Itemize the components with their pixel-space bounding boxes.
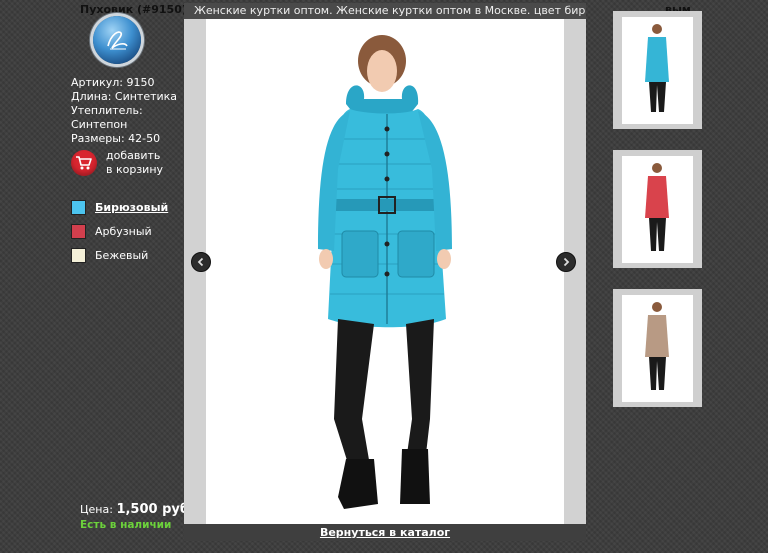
insulation-label: Утеплитель: <box>71 104 143 117</box>
insulation-value: Синтепон <box>71 118 128 131</box>
color-label[interactable]: Бежевый <box>95 249 148 262</box>
price: Цена: 1,500 руб. <box>80 502 194 517</box>
logo-monogram-icon <box>107 31 128 50</box>
lightbox-caption: Женские куртки оптом. Женские куртки опт… <box>184 3 586 19</box>
color-option-watermelon[interactable]: Арбузный <box>71 223 168 239</box>
prev-image-button[interactable] <box>191 252 211 272</box>
color-label[interactable]: Бирюзовый <box>95 201 168 214</box>
article-text: Артикул: 9150 <box>71 76 155 89</box>
color-label[interactable]: Арбузный <box>95 225 152 238</box>
stock-status: Есть в наличии <box>80 519 172 531</box>
length-text: Длина: Синтетика <box>71 90 178 103</box>
product-info: Артикул: 9150 Длина: Синтетика Утеплител… <box>71 76 181 146</box>
price-label: Цена: <box>80 503 113 516</box>
color-options: Бирюзовый Арбузный Бежевый <box>71 199 168 271</box>
thumbnail-watermelon[interactable] <box>613 150 702 268</box>
thumbnail-image <box>622 294 693 402</box>
color-swatch <box>71 223 86 239</box>
thumbnail-image <box>622 16 693 124</box>
chevron-right-icon <box>563 257 570 267</box>
color-option-beige[interactable]: Бежевый <box>71 247 168 263</box>
add-to-cart-line2: в корзину <box>106 163 164 176</box>
color-option-turquoise[interactable]: Бирюзовый <box>71 199 168 215</box>
back-to-catalog-link[interactable]: Вернуться в каталог <box>320 526 450 539</box>
shopping-cart-icon <box>71 150 97 176</box>
add-to-cart-button[interactable]: добавить в корзину <box>71 149 176 177</box>
price-amount: 1,500 руб. <box>116 502 194 517</box>
thumbnail-image <box>622 155 693 263</box>
product-title-left: Пуховик (#9150) <box>80 3 187 16</box>
next-image-button[interactable] <box>556 252 576 272</box>
lightbox: Женские куртки оптом. Женские куртки опт… <box>184 3 586 541</box>
color-swatch <box>71 199 86 215</box>
color-swatch <box>71 247 86 263</box>
thumbnail-beige[interactable] <box>613 289 702 407</box>
add-to-cart-label: добавить в корзину <box>106 149 176 177</box>
lightbox-footer: Вернуться в каталог <box>184 524 586 541</box>
model-photo-illustration <box>318 35 452 509</box>
chevron-left-icon <box>197 257 204 267</box>
sizes-text: Размеры: 42-50 <box>71 132 161 145</box>
brand-logo[interactable] <box>93 16 141 64</box>
product-photo <box>206 19 564 524</box>
thumbnail-turquoise[interactable] <box>613 11 702 129</box>
add-to-cart-line1: добавить <box>106 149 161 162</box>
